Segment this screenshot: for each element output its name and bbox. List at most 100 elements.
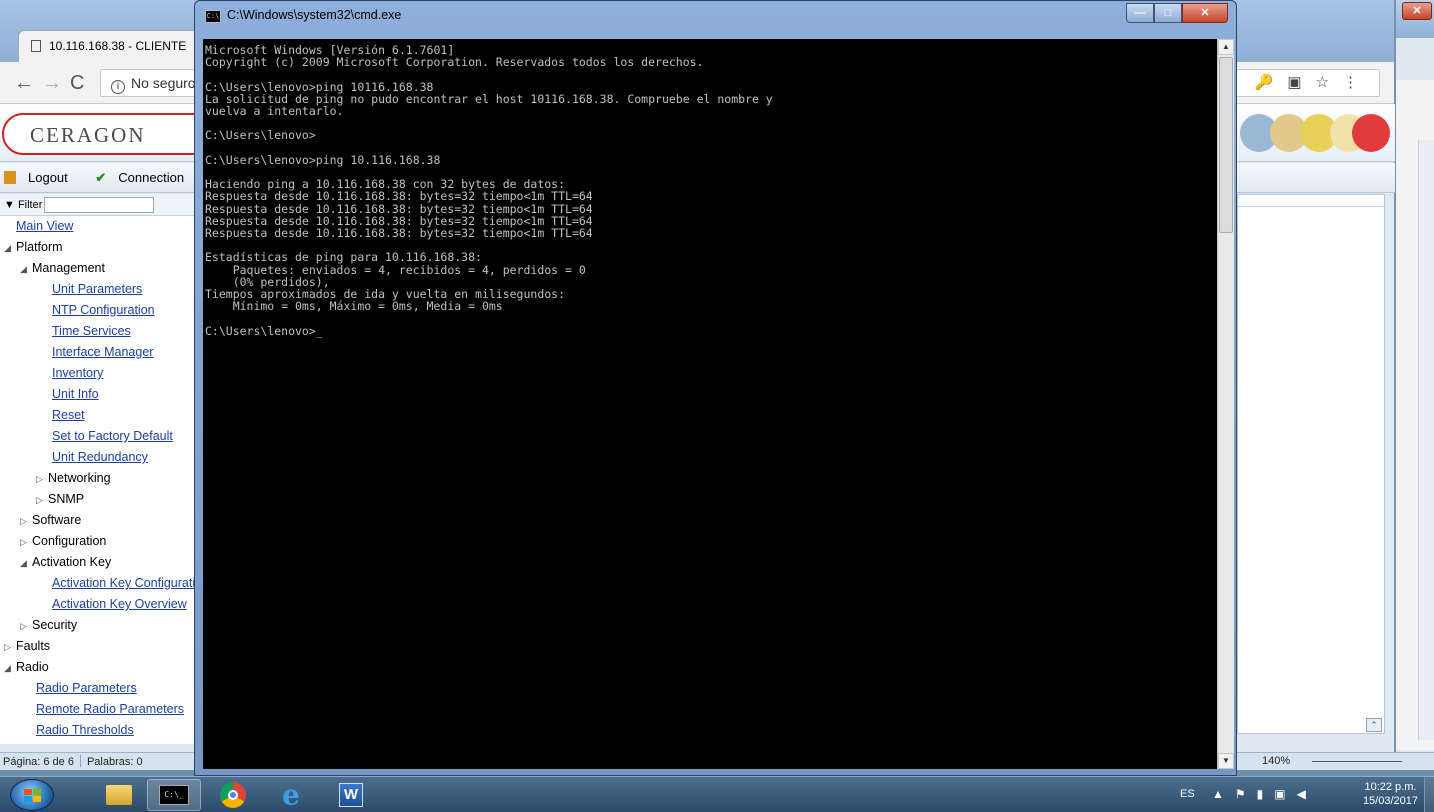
logout-button[interactable]: Logout xyxy=(4,170,80,185)
content-pane-header xyxy=(1238,195,1384,207)
tree-item-label: Networking xyxy=(48,471,111,485)
logout-icon xyxy=(4,171,16,184)
tree-item[interactable]: Unit Redundancy xyxy=(0,447,204,468)
tree-item[interactable]: Activation Key Overview xyxy=(0,594,204,615)
tree-item[interactable]: Time Services xyxy=(0,321,204,342)
tree-item[interactable]: Main View xyxy=(0,216,204,237)
tree-item[interactable]: ◢ Radio xyxy=(0,657,204,678)
tree-item[interactable]: NTP Configuration xyxy=(0,300,204,321)
tree-item[interactable]: Set to Factory Default xyxy=(0,426,204,447)
scroll-down-icon[interactable]: ▼ xyxy=(1218,753,1234,769)
filter-input[interactable] xyxy=(44,197,155,213)
tree-item-label: Reset xyxy=(52,408,85,422)
file-explorer-button[interactable] xyxy=(92,779,146,811)
language-indicator[interactable]: ES xyxy=(1180,788,1195,800)
word-scrollbar[interactable] xyxy=(1418,140,1434,740)
tree-item[interactable]: Activation Key Configuration xyxy=(0,573,204,594)
word-close-button[interactable]: ✕ xyxy=(1402,2,1432,20)
expanded-arrow-icon[interactable]: ◢ xyxy=(4,658,16,679)
cmd-titlebar[interactable]: C:\ C:\Windows\system32\cmd.exe — □ ✕ xyxy=(195,1,1236,39)
tree-item-label: Configuration xyxy=(32,534,107,548)
tree-item-label: Interface Manager xyxy=(52,345,154,359)
tree-item[interactable]: ◢ Platform xyxy=(0,237,204,258)
tree-item-label: Main View xyxy=(16,219,74,233)
tree-item[interactable]: ▷ Configuration xyxy=(0,531,204,552)
collapsed-arrow-icon[interactable]: ▷ xyxy=(20,616,32,637)
back-arrow-icon[interactable]: ← xyxy=(14,72,34,95)
tree-item-label: Activation Key xyxy=(32,555,112,569)
word-taskbar-button[interactable]: W xyxy=(324,779,378,811)
collapsed-arrow-icon[interactable]: ▷ xyxy=(36,469,48,490)
show-desktop-button[interactable] xyxy=(1424,777,1434,812)
tray-icons[interactable]: ▲⚑▮▣◀ xyxy=(1212,787,1317,801)
close-button[interactable]: ✕ xyxy=(1182,3,1228,23)
tree-item[interactable]: Remote Radio Parameters xyxy=(0,699,204,720)
taskbar: C:\_ e W ES ▲⚑▮▣◀ 10:22 p.m. 15/03/2017 xyxy=(0,776,1434,812)
logo-quadrant xyxy=(33,796,41,802)
zoom-slider[interactable] xyxy=(1312,761,1402,762)
cmd-taskbar-button[interactable]: C:\_ xyxy=(147,779,201,811)
cmd-icon: C:\ xyxy=(205,10,221,23)
browser-toolbar-icons[interactable]: 🔑▣☆⋮ xyxy=(1255,73,1372,91)
address-security-label: No seguro xyxy=(131,75,196,91)
header-dot xyxy=(1352,114,1390,152)
tree-item-label: Activation Key Overview xyxy=(52,597,187,611)
chrome-taskbar-button[interactable] xyxy=(206,779,260,811)
ceragon-logo: CERAGON xyxy=(2,113,214,155)
tree-item[interactable]: Unit Info xyxy=(0,384,204,405)
collapsed-arrow-icon[interactable]: ▷ xyxy=(20,511,32,532)
tree-item-label: Management xyxy=(32,261,105,275)
zoom-level[interactable]: 140% xyxy=(1262,755,1290,767)
expanded-arrow-icon[interactable]: ◢ xyxy=(20,553,32,574)
tree-item-label: Remote Radio Parameters xyxy=(36,702,184,716)
tree-item-label: Platform xyxy=(16,240,63,254)
tree-item[interactable]: Interface Manager xyxy=(0,342,204,363)
tree-item[interactable]: Reset xyxy=(0,405,204,426)
collapsed-arrow-icon[interactable]: ▷ xyxy=(4,637,16,658)
expanded-arrow-icon[interactable]: ◢ xyxy=(20,259,32,280)
tree-item[interactable]: ▷ Software xyxy=(0,510,204,531)
ie-taskbar-button[interactable]: e xyxy=(264,779,318,812)
logout-label: Logout xyxy=(28,170,68,185)
scroll-thumb[interactable] xyxy=(1219,57,1233,233)
forward-arrow-icon[interactable]: → xyxy=(42,72,62,95)
tree-item-label: Time Services xyxy=(52,324,131,338)
tree-item-label: Faults xyxy=(16,639,51,653)
tree-item-label: Security xyxy=(32,618,78,632)
console-text: Microsoft Windows [Versión 6.1.7601] Cop… xyxy=(205,43,773,338)
collapsed-arrow-icon[interactable]: ▷ xyxy=(20,532,32,553)
tree-item[interactable]: Radio Thresholds xyxy=(0,720,204,741)
tree-item[interactable]: ▷ Networking xyxy=(0,468,204,489)
minimize-button[interactable]: — xyxy=(1126,3,1154,23)
scroll-up-icon[interactable]: ▲ xyxy=(1218,39,1234,55)
collapsed-arrow-icon[interactable]: ▷ xyxy=(36,490,48,511)
logo-quadrant xyxy=(33,789,41,795)
content-pane xyxy=(1237,194,1385,734)
word-count: Palabras: 0 xyxy=(86,756,143,768)
word-window-edge: ✕ xyxy=(1395,0,1434,770)
info-icon[interactable]: i xyxy=(111,80,125,94)
start-button[interactable] xyxy=(10,779,54,811)
tree-item[interactable]: ▷ Faults xyxy=(0,636,204,657)
navigation-tree: Main View ◢ Platform ◢ Management Unit Parame… xyxy=(0,216,204,741)
console-scrollbar[interactable]: ▲ ▼ xyxy=(1217,39,1234,769)
tree-item[interactable]: ◢ Management xyxy=(0,258,204,279)
console-output-area[interactable]: Microsoft Windows [Versión 6.1.7601] Cop… xyxy=(203,39,1217,769)
connection-button[interactable]: ✔ Connection xyxy=(95,170,196,185)
tree-item-label: Unit Parameters xyxy=(52,282,143,296)
tree-item[interactable]: ◢ Activation Key xyxy=(0,552,204,573)
tree-item[interactable]: Unit Parameters xyxy=(0,279,204,300)
clock-time: 10:22 p.m. xyxy=(1364,781,1417,793)
tree-item[interactable]: ▷ Security xyxy=(0,615,204,636)
reload-icon[interactable]: C xyxy=(70,72,84,95)
expanded-arrow-icon[interactable]: ◢ xyxy=(4,238,16,259)
tree-item-label: SNMP xyxy=(48,492,85,506)
collapse-up-icon[interactable]: ⌃ xyxy=(1366,718,1382,732)
maximize-button[interactable]: □ xyxy=(1154,3,1182,23)
tree-item[interactable]: Radio Parameters xyxy=(0,678,204,699)
tree-item-label: Radio Thresholds xyxy=(36,723,134,737)
tree-item-label: Unit Info xyxy=(52,387,99,401)
tree-item[interactable]: Inventory xyxy=(0,363,204,384)
clock[interactable]: 10:22 p.m. 15/03/2017 xyxy=(1363,780,1418,808)
tree-item[interactable]: ▷ SNMP xyxy=(0,489,204,510)
